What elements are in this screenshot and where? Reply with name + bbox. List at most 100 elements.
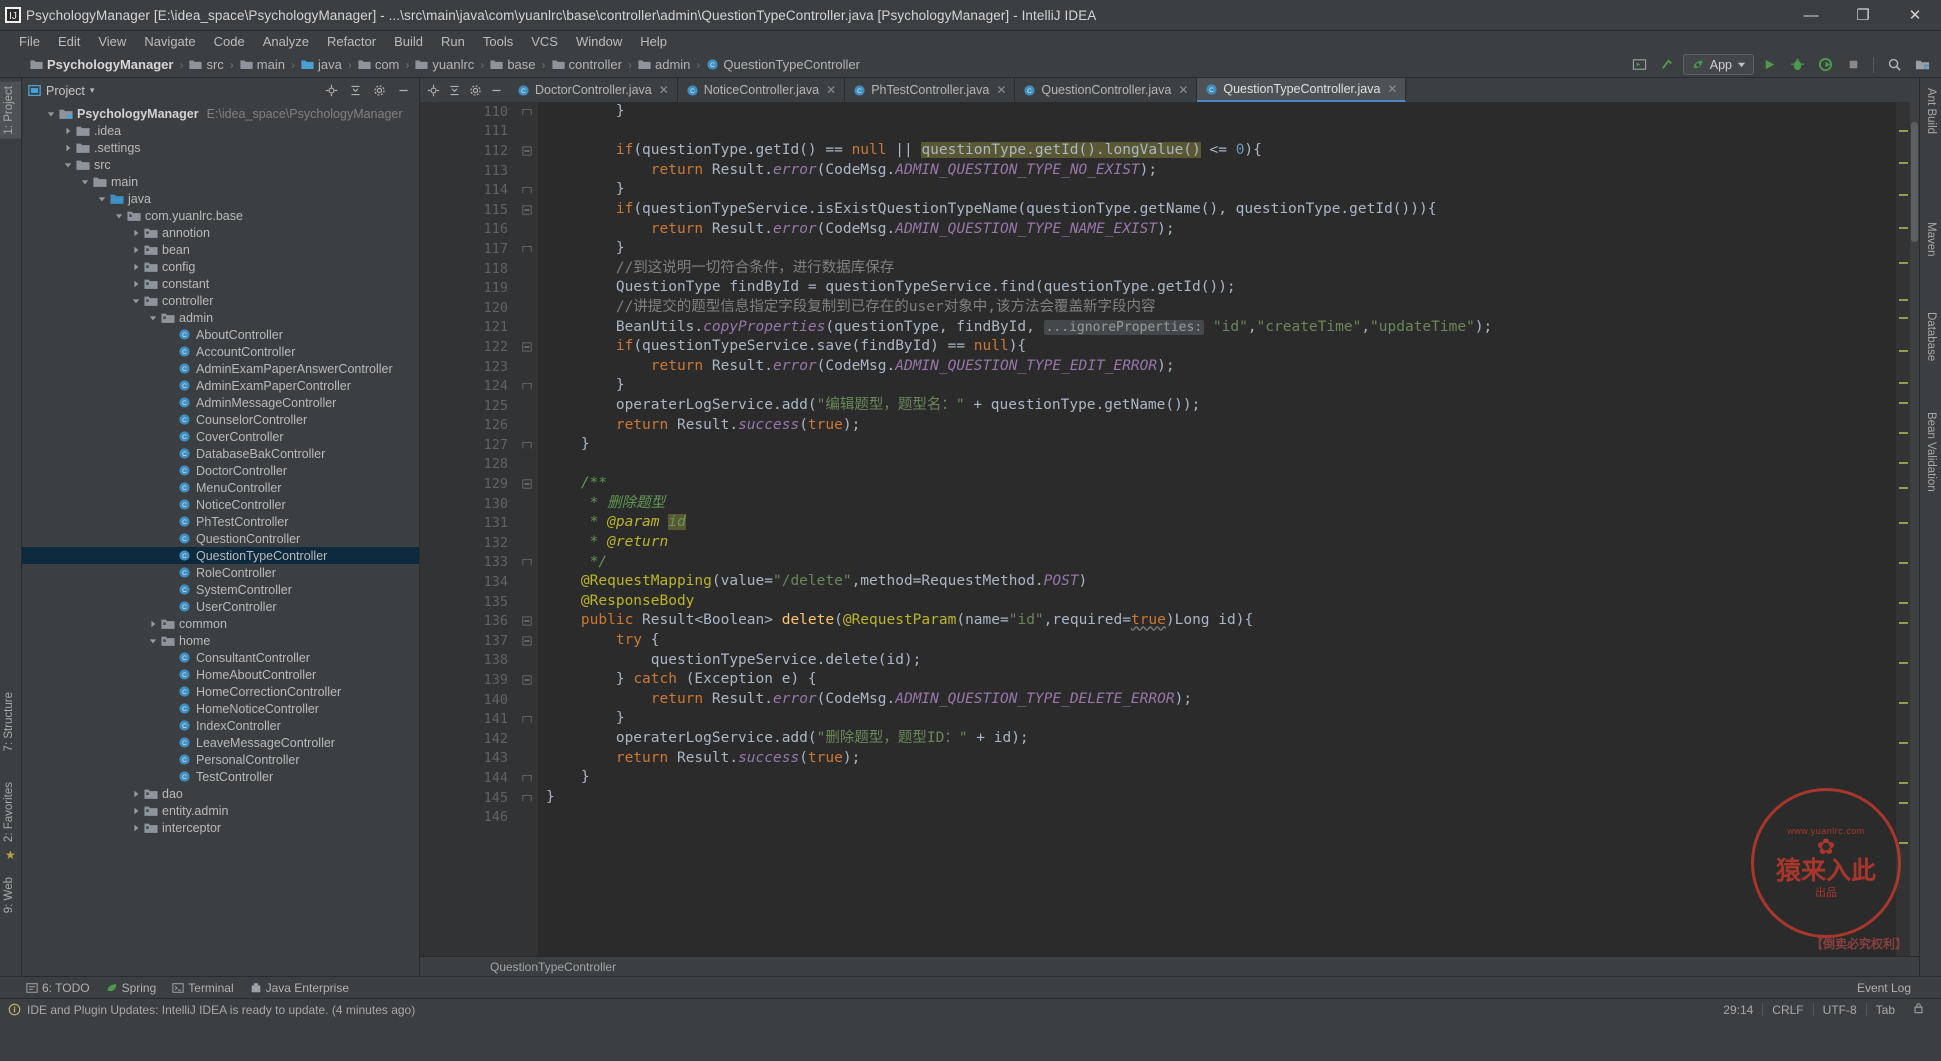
error-stripe-mark[interactable] xyxy=(1899,130,1908,132)
breadcrumb-item-com[interactable]: com xyxy=(358,57,400,72)
tree-item-folder[interactable]: bean xyxy=(22,241,419,258)
scrollbar-thumb[interactable] xyxy=(1911,122,1918,242)
chevron-right-icon[interactable] xyxy=(129,807,142,815)
tree-item-class[interactable]: CAdminMessageController xyxy=(22,394,419,411)
menu-item-vcs[interactable]: VCS xyxy=(522,32,567,51)
error-stripe-mark[interactable] xyxy=(1899,522,1908,524)
tree-item-folder[interactable]: .settings xyxy=(22,139,419,156)
fold-toggle-icon[interactable] xyxy=(516,474,538,494)
code-line[interactable]: return Result.success(true); xyxy=(546,749,1896,769)
code-line[interactable]: return Result.success(true); xyxy=(546,416,1896,436)
close-button[interactable]: ✕ xyxy=(1889,0,1941,31)
code-line[interactable]: /** xyxy=(546,474,1896,494)
error-stripe-mark[interactable] xyxy=(1899,317,1908,319)
code-line[interactable]: } xyxy=(546,180,1896,200)
tree-item-class[interactable]: CDatabaseBakController xyxy=(22,445,419,462)
code-line[interactable]: return Result.error(CodeMsg.ADMIN_QUESTI… xyxy=(546,220,1896,240)
tree-item-class[interactable]: CUserController xyxy=(22,598,419,615)
rail-tab-structure[interactable]: 7: Structure xyxy=(0,688,21,755)
fold-toggle-icon[interactable] xyxy=(516,239,538,259)
tree-item-class[interactable]: CSystemController xyxy=(22,581,419,598)
tree-item-class[interactable]: CAdminExamPaperAnswerController xyxy=(22,360,419,377)
project-structure-icon[interactable] xyxy=(1909,54,1935,76)
menu-item-help[interactable]: Help xyxy=(631,32,676,51)
tree-item-class[interactable]: CMenuController xyxy=(22,479,419,496)
error-stripe-mark[interactable] xyxy=(1899,402,1908,404)
tree-item-class[interactable]: CRoleController xyxy=(22,564,419,581)
code-line[interactable]: public Result<Boolean> delete(@RequestPa… xyxy=(546,611,1896,631)
close-icon[interactable]: ✕ xyxy=(996,83,1006,97)
code-line[interactable]: //讲提交的题型信息指定字段复制到已存在的user对象中,该方法会覆盖新字段内容 xyxy=(546,298,1896,318)
breadcrumb-item-java[interactable]: java xyxy=(301,57,342,72)
menu-item-edit[interactable]: Edit xyxy=(49,32,89,51)
chevron-down-icon[interactable] xyxy=(146,314,159,322)
error-stripe-mark[interactable] xyxy=(1899,602,1908,604)
tree-item-class[interactable]: CHomeNoticeController xyxy=(22,700,419,717)
tree-item-folder[interactable]: src xyxy=(22,156,419,173)
tree-item-folder[interactable]: main xyxy=(22,173,419,190)
rail-tab-maven[interactable]: Maven xyxy=(1919,218,1941,261)
project-tree[interactable]: PsychologyManagerE:\idea_space\Psycholog… xyxy=(22,103,419,976)
code-line[interactable]: questionTypeService.delete(id); xyxy=(546,651,1896,671)
tree-item-class[interactable]: CLeaveMessageController xyxy=(22,734,419,751)
code-line[interactable]: if(questionTypeService.save(findById) ==… xyxy=(546,337,1896,357)
error-stripe-mark[interactable] xyxy=(1899,227,1908,229)
code-line[interactable]: } xyxy=(546,709,1896,729)
tree-item-class[interactable]: CAdminExamPaperController xyxy=(22,377,419,394)
error-stripe-marker-column[interactable] xyxy=(1896,102,1910,956)
tree-item-class[interactable]: CAboutController xyxy=(22,326,419,343)
error-stripe-mark[interactable] xyxy=(1899,622,1908,624)
rail-tab-web[interactable]: 9: Web xyxy=(0,873,21,917)
rail-tab-ant-build[interactable]: Ant Build xyxy=(1919,84,1941,138)
code-line[interactable]: BeanUtils.copyProperties(questionType, f… xyxy=(546,318,1896,338)
tool-window-spring[interactable]: Spring xyxy=(106,981,157,995)
tree-item-folder[interactable]: annotion xyxy=(22,224,419,241)
code-line[interactable]: if(questionTypeService.isExistQuestionTy… xyxy=(546,200,1896,220)
code-line[interactable]: */ xyxy=(546,553,1896,573)
hide-panel-icon[interactable] xyxy=(394,81,413,100)
tree-item-class[interactable]: CQuestionController xyxy=(22,530,419,547)
error-stripe-mark[interactable] xyxy=(1899,742,1908,744)
menu-item-analyze[interactable]: Analyze xyxy=(254,32,318,51)
error-stripe-mark[interactable] xyxy=(1899,842,1908,844)
editor-tab[interactable]: CPhTestController.java✕ xyxy=(845,78,1015,102)
code-line[interactable]: } xyxy=(546,435,1896,455)
tree-item-folder[interactable]: interceptor xyxy=(22,819,419,836)
fold-toggle-icon[interactable] xyxy=(516,180,538,200)
run-button-icon[interactable] xyxy=(1756,54,1782,76)
editor-breadcrumb[interactable]: QuestionTypeController xyxy=(420,956,1919,976)
close-icon[interactable]: ✕ xyxy=(1387,82,1397,96)
error-stripe-mark[interactable] xyxy=(1899,432,1908,434)
code-line[interactable]: operaterLogService.add("编辑题型，题型名：" + que… xyxy=(546,396,1896,416)
fold-toggle-icon[interactable] xyxy=(516,141,538,161)
menu-item-view[interactable]: View xyxy=(89,32,135,51)
error-stripe-mark[interactable] xyxy=(1899,382,1908,384)
scroll-from-source-icon[interactable] xyxy=(322,81,341,100)
code-line[interactable]: } xyxy=(546,768,1896,788)
chevron-down-icon[interactable] xyxy=(129,297,142,305)
code-line[interactable]: } xyxy=(546,102,1896,122)
fold-toggle-icon[interactable] xyxy=(516,553,538,573)
tree-item-class[interactable]: CQuestionTypeController xyxy=(22,547,419,564)
chevron-down-icon[interactable] xyxy=(95,195,108,203)
code-line[interactable]: } xyxy=(546,788,1896,808)
breadcrumb-item-psychologymanager[interactable]: PsychologyManager xyxy=(30,57,173,72)
code-line[interactable]: @ResponseBody xyxy=(546,592,1896,612)
menu-item-build[interactable]: Build xyxy=(385,32,432,51)
menu-item-navigate[interactable]: Navigate xyxy=(135,32,204,51)
error-stripe-mark[interactable] xyxy=(1899,802,1908,804)
chevron-right-icon[interactable] xyxy=(61,127,74,135)
rail-tab-bean-validation[interactable]: Bean Validation xyxy=(1919,408,1941,496)
code-line[interactable]: * @return xyxy=(546,533,1896,553)
tree-item-folder[interactable]: home xyxy=(22,632,419,649)
line-separator[interactable]: CRLF xyxy=(1763,1003,1812,1017)
fold-toggle-icon[interactable] xyxy=(516,670,538,690)
error-stripe-mark[interactable] xyxy=(1899,262,1908,264)
error-stripe-mark[interactable] xyxy=(1899,562,1908,564)
maximize-button[interactable]: ❐ xyxy=(1837,0,1889,31)
chevron-right-icon[interactable] xyxy=(129,824,142,832)
code-line[interactable] xyxy=(546,122,1896,142)
run-with-coverage-icon[interactable] xyxy=(1812,54,1838,76)
code-line[interactable]: if(questionType.getId() == null || quest… xyxy=(546,141,1896,161)
rail-tab-project[interactable]: 1: Project xyxy=(0,82,21,139)
